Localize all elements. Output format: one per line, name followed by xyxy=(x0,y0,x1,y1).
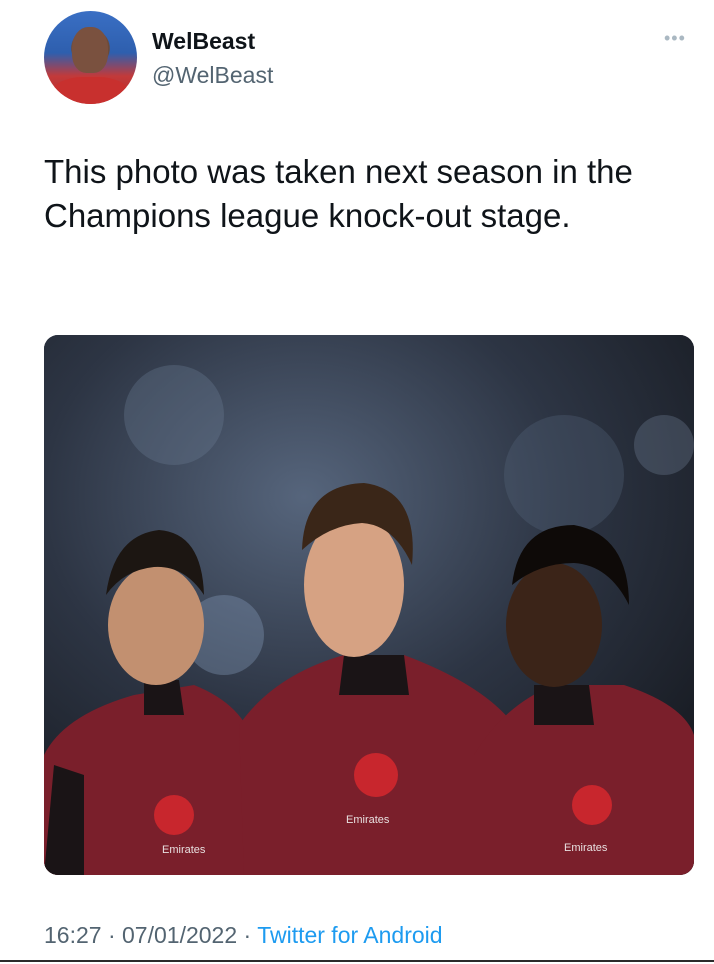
photo-illustration: Emirates Emirates Emirates xyxy=(44,335,694,875)
sponsor-right: Emirates xyxy=(564,842,608,854)
sponsor-middle: Emirates xyxy=(346,814,390,826)
tweet-photo[interactable]: Emirates Emirates Emirates xyxy=(44,335,694,875)
bottom-divider xyxy=(0,960,714,962)
author-handle[interactable]: @WelBeast xyxy=(152,62,273,89)
avatar-face xyxy=(72,27,108,73)
tweet-time[interactable]: 16:27 xyxy=(44,922,102,948)
meta-separator: · xyxy=(243,922,252,948)
tweet-source[interactable]: Twitter for Android xyxy=(257,922,442,948)
tweet-meta: 16:27 · 07/01/2022 · Twitter for Android xyxy=(44,922,443,949)
author-name[interactable]: WelBeast xyxy=(152,28,255,55)
more-dots-icon[interactable]: ••• xyxy=(664,28,686,49)
avatar-shirt xyxy=(52,77,129,104)
tweet-text: This photo was taken next season in the … xyxy=(44,153,633,234)
meta-separator: · xyxy=(107,922,116,948)
tweet-date[interactable]: 07/01/2022 xyxy=(122,922,237,948)
sponsor-left: Emirates xyxy=(162,844,206,856)
avatar[interactable] xyxy=(44,11,137,104)
